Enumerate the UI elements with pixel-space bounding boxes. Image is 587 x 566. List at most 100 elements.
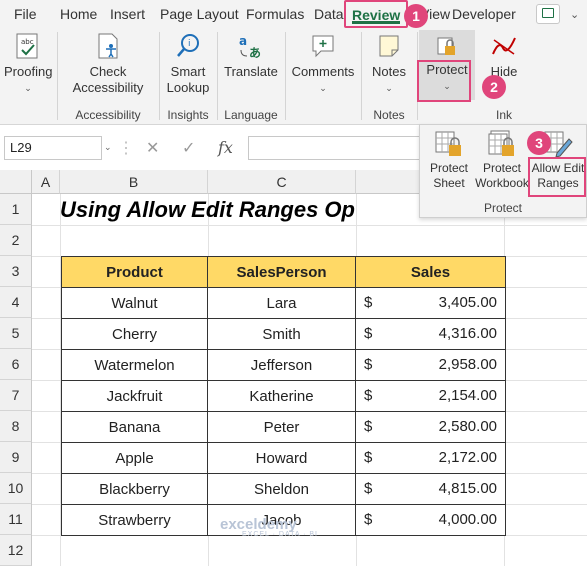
allow-edit-ranges-highlight-box [528,157,586,197]
protect-lock-icon [437,37,455,55]
check-accessibility-button[interactable]: Check Accessibility [66,32,150,96]
cancel-icon[interactable]: ✕ [146,138,159,158]
group-label-accessibility: Accessibility [75,108,141,122]
currency-symbol: $ [364,418,373,435]
cell-salesperson[interactable]: Smith [207,318,356,350]
row-header[interactable]: 9 [0,442,32,473]
row-header[interactable]: 1 [0,194,32,225]
spelling-icon: abc [16,33,38,59]
column-header-b[interactable]: B [60,170,208,194]
table-row: Banana Peter $2,580.00 [61,411,506,443]
table-row: Blackberry Sheldon $4,815.00 [61,473,506,505]
notes-button[interactable]: Notes ⌄ [366,32,412,96]
translate-button[interactable]: aあ Translate [222,32,280,80]
cell-sales[interactable]: $2,958.00 [355,349,506,381]
cell-product[interactable]: Strawberry [61,504,208,536]
cell-product[interactable]: Banana [61,411,208,443]
protect-workbook-icon [488,130,514,156]
name-box[interactable]: L29 [4,136,102,160]
more-icon: ⋮ [118,140,134,157]
row-header[interactable]: 7 [0,380,32,411]
tab-home[interactable]: Home [60,0,97,28]
cell-product[interactable]: Walnut [61,287,208,319]
sales-amount: 4,316.00 [438,325,497,342]
cell-product[interactable]: Watermelon [61,349,208,381]
row-header[interactable]: 10 [0,473,32,504]
currency-symbol: $ [364,449,373,466]
comments-pane-button[interactable] [536,4,560,24]
group-accessibility: Check Accessibility Accessibility [58,28,158,124]
column-header-a[interactable]: A [32,170,60,194]
row-header[interactable]: 4 [0,287,32,318]
tab-page-layout[interactable]: Page Layout [160,0,239,28]
watermark-logo: exceldemy EXCEL · DATA · BI [220,516,318,538]
cell-sales[interactable]: $2,580.00 [355,411,506,443]
tab-insert[interactable]: Insert [110,0,145,28]
sales-amount: 4,000.00 [438,511,497,528]
chevron-down-icon: ⌄ [385,83,393,93]
row-header[interactable]: 12 [0,535,32,566]
tab-data[interactable]: Data [314,0,344,28]
cell-sales[interactable]: $3,405.00 [355,287,506,319]
select-all-corner[interactable] [0,170,32,194]
cell-sales[interactable]: $4,316.00 [355,318,506,350]
cell-product[interactable]: Jackfruit [61,380,208,412]
row-header[interactable]: 5 [0,318,32,349]
cell-product[interactable]: Blackberry [61,473,208,505]
chevron-down-icon: ⌄ [319,83,327,93]
step-badge-1: 1 [404,4,428,28]
insert-function-icon[interactable]: fx [218,138,233,157]
header-salesperson[interactable]: SalesPerson [207,256,356,288]
column-header-c[interactable]: C [208,170,356,194]
ink-icon [492,37,516,55]
cell-sales[interactable]: $4,815.00 [355,473,506,505]
comments-button[interactable]: Comments ⌄ [290,32,356,96]
check-accessibility-label: Check Accessibility [72,64,144,95]
header-product[interactable]: Product [61,256,208,288]
cell-sales[interactable]: $2,154.00 [355,380,506,412]
step-badge-3: 3 [527,131,551,155]
sales-amount: 2,154.00 [438,387,497,404]
header-sales[interactable]: Sales [355,256,506,288]
ribbon-options-chevron-icon[interactable]: ⌄ [570,8,579,21]
protect-sheet-label: Protect Sheet [429,161,468,190]
tab-formulas[interactable]: Formulas [246,0,304,28]
currency-symbol: $ [364,294,373,311]
sheet-title[interactable]: Using Allow Edit Ranges Op [60,194,355,225]
cell-product[interactable]: Cherry [61,318,208,350]
smart-lookup-icon: i [177,34,199,57]
row-header[interactable]: 11 [0,504,32,535]
row-header[interactable]: 8 [0,411,32,442]
row-header[interactable]: 2 [0,225,32,256]
protect-sheet-button[interactable]: Protect Sheet [424,129,474,191]
active-tab-indicator [352,21,401,24]
comments-label: Comments [291,64,355,79]
cell-sales[interactable]: $4,000.00 [355,504,506,536]
proofing-button[interactable]: abc Proofing ⌄ [4,32,52,96]
hide-ink-button[interactable]: Hide [480,32,528,80]
chevron-down-icon: ⌄ [24,83,32,93]
cell-salesperson[interactable]: Howard [207,442,356,474]
group-insights: i Smart Lookup Insights [160,28,216,124]
protect-workbook-label: Protect Workbook [475,161,529,190]
row-header[interactable]: 6 [0,349,32,380]
accessibility-icon [98,33,118,59]
cell-salesperson[interactable]: Katherine [207,380,356,412]
notes-icon [379,35,399,57]
cell-sales[interactable]: $2,172.00 [355,442,506,474]
row-header[interactable]: 3 [0,256,32,287]
cell-salesperson[interactable]: Jefferson [207,349,356,381]
formula-input[interactable] [248,136,422,160]
tab-developer[interactable]: Developer [452,0,516,28]
cell-salesperson[interactable]: Peter [207,411,356,443]
cell-product[interactable]: Apple [61,442,208,474]
group-ink: Hide Ink [476,28,532,124]
enter-icon[interactable]: ✓ [182,138,195,158]
chevron-down-icon[interactable]: ⌄ [104,142,112,153]
cell-salesperson[interactable]: Lara [207,287,356,319]
smart-lookup-button[interactable]: i Smart Lookup [164,32,212,96]
cell-salesperson[interactable]: Sheldon [207,473,356,505]
protect-workbook-button[interactable]: Protect Workbook [474,129,530,191]
tab-file[interactable]: File [14,0,37,28]
tab-review[interactable]: Review [344,0,409,28]
